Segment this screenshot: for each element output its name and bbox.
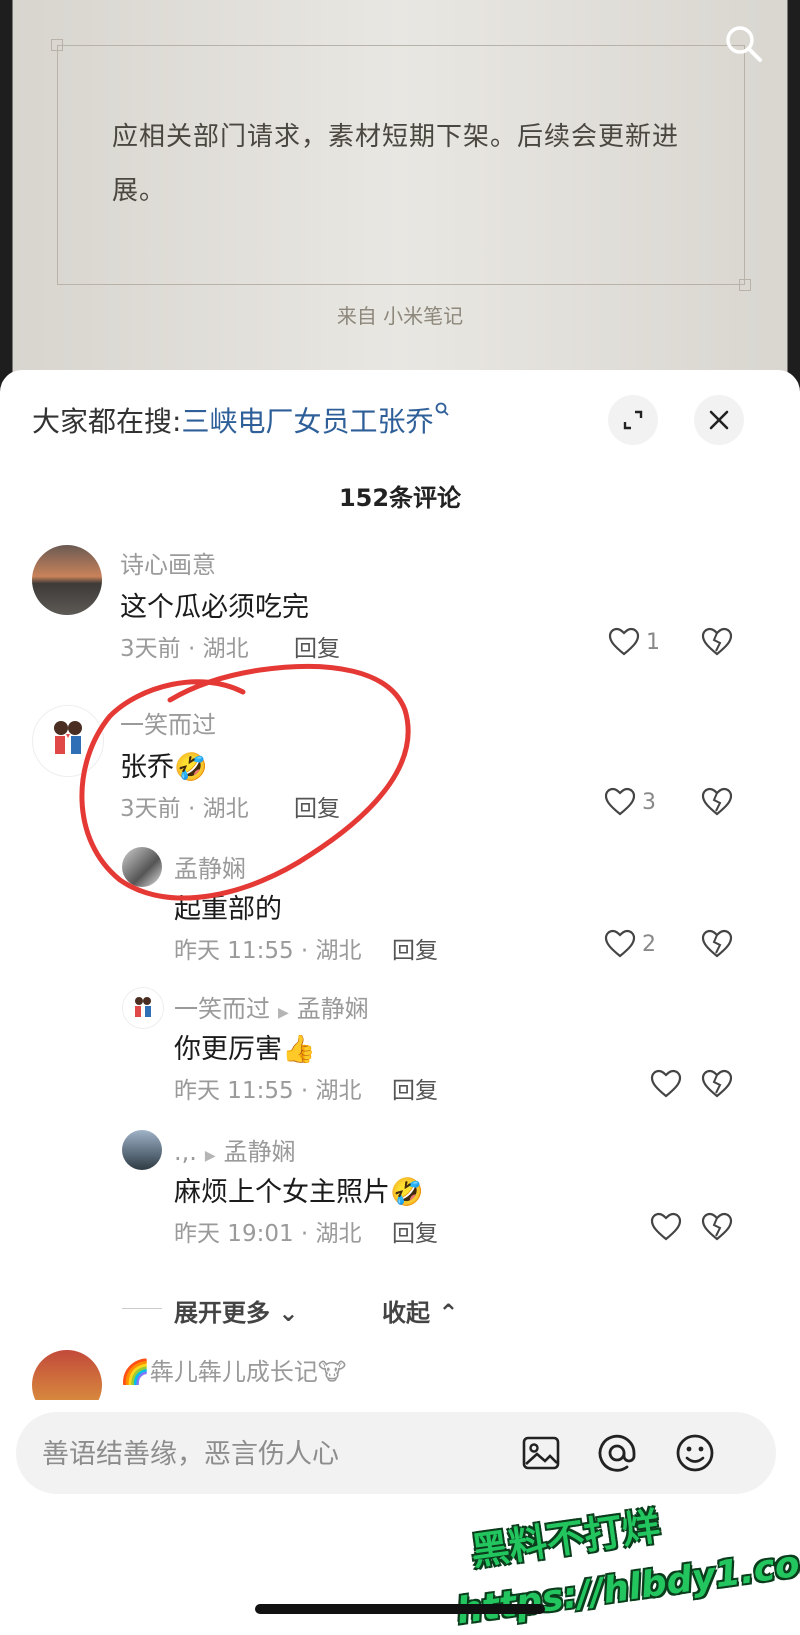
comment-text: 张乔🤣 (120, 752, 208, 783)
reply-meta: 昨天 11:55 · 湖北 (174, 1078, 362, 1104)
comment-username[interactable]: 诗心画意 (120, 545, 216, 580)
comment-text: 这个瓜必须吃完 (120, 592, 309, 623)
comment-sheet: 大家都在搜:三峡电厂女员工张乔 152条评论 诗心画意 这个瓜必须吃完 3天前 … (0, 370, 800, 1635)
avatar[interactable] (122, 1130, 162, 1170)
hot-search-bar[interactable]: 大家都在搜:三峡电厂女员工张乔 (32, 400, 451, 440)
comment-username[interactable]: 🌈犇儿犇儿成长记🐮 (120, 1352, 346, 1387)
close-button[interactable] (694, 395, 744, 445)
like-button[interactable]: 3 (604, 787, 656, 817)
note-text: 应相关部门请求，素材短期下架。后续会更新进展。 (112, 122, 680, 206)
comment-input-pill (16, 1412, 776, 1496)
emoji-icon[interactable] (674, 1432, 716, 1474)
heart-icon (608, 627, 640, 656)
reply-meta: 昨天 19:01 · 湖北 (174, 1221, 362, 1247)
reply-meta: 昨天 11:55 · 湖北 (174, 938, 362, 964)
expand-icon (623, 410, 643, 430)
reply-button[interactable]: 回复 (392, 1071, 438, 1105)
heart-icon (604, 929, 636, 958)
reply-text: 你更厉害👍 (174, 1034, 316, 1065)
like-button[interactable]: 1 (608, 627, 660, 657)
reply-username[interactable]: .,. ▶ 孟静娴 (174, 1132, 296, 1167)
heart-icon[interactable] (650, 1212, 682, 1242)
reply-button[interactable]: 回复 (294, 789, 340, 823)
expand-row: 展开更多 ⌄ 收起 ⌃ (0, 1290, 800, 1330)
avatar[interactable] (122, 847, 162, 887)
comment-count: 152条评论 (338, 484, 462, 512)
at-icon[interactable] (596, 1432, 638, 1474)
like-count: 3 (642, 789, 656, 815)
broken-heart-icon[interactable] (700, 1069, 734, 1099)
note-background: 应相关部门请求，素材短期下架。后续会更新进展。 来自 小米笔记 (0, 0, 800, 400)
like-button[interactable]: 2 (604, 929, 656, 959)
note-source: 来自 小米笔记 (336, 304, 464, 328)
broken-heart-icon[interactable] (700, 627, 734, 657)
heart-icon (604, 787, 636, 816)
like-count: 2 (642, 931, 656, 957)
image-icon[interactable] (520, 1432, 562, 1474)
reply-button[interactable]: 回复 (392, 1214, 438, 1248)
home-indicator[interactable] (255, 1604, 545, 1614)
avatar[interactable] (32, 705, 104, 777)
comment-meta: 3天前 · 湖北 (120, 636, 249, 662)
reply-text: 起重部的 (174, 894, 282, 925)
chevron-up-icon: ⌃ (430, 1299, 459, 1327)
reply-button[interactable]: 回复 (392, 931, 438, 965)
comment-meta: 3天前 · 湖北 (120, 796, 249, 822)
reply-username[interactable]: 一笑而过 ▶ 孟静娴 (174, 989, 369, 1024)
expand-button[interactable] (608, 395, 658, 445)
heart-icon[interactable] (650, 1069, 682, 1099)
broken-heart-icon[interactable] (700, 1212, 734, 1242)
close-icon (709, 410, 729, 430)
hot-search-link[interactable]: 三峡电厂女员工张乔 (181, 405, 433, 438)
comment-username[interactable]: 一笑而过 (120, 705, 216, 740)
red-annotation-circle (79, 663, 411, 901)
comment-input[interactable] (40, 1412, 524, 1496)
expand-more-button[interactable]: 展开更多 ⌄ (174, 1293, 298, 1328)
search-icon[interactable] (722, 22, 766, 66)
divider (122, 1308, 162, 1309)
reply-text: 麻烦上个女主照片🤣 (174, 1177, 424, 1208)
reply-button[interactable]: 回复 (294, 629, 340, 663)
broken-heart-icon[interactable] (700, 787, 734, 817)
avatar[interactable] (32, 545, 102, 615)
broken-heart-icon[interactable] (700, 929, 734, 959)
reply-username[interactable]: 孟静娴 (174, 849, 246, 884)
avatar[interactable] (122, 987, 164, 1029)
reply-arrow-icon: ▶ (204, 1148, 216, 1164)
reply-arrow-icon: ▶ (278, 1005, 289, 1021)
hot-search-prefix: 大家都在搜: (32, 405, 182, 438)
like-count: 1 (646, 629, 660, 655)
search-small-icon (436, 402, 450, 416)
chevron-down-icon: ⌄ (270, 1299, 299, 1327)
collapse-button[interactable]: 收起 ⌃ (382, 1293, 458, 1328)
